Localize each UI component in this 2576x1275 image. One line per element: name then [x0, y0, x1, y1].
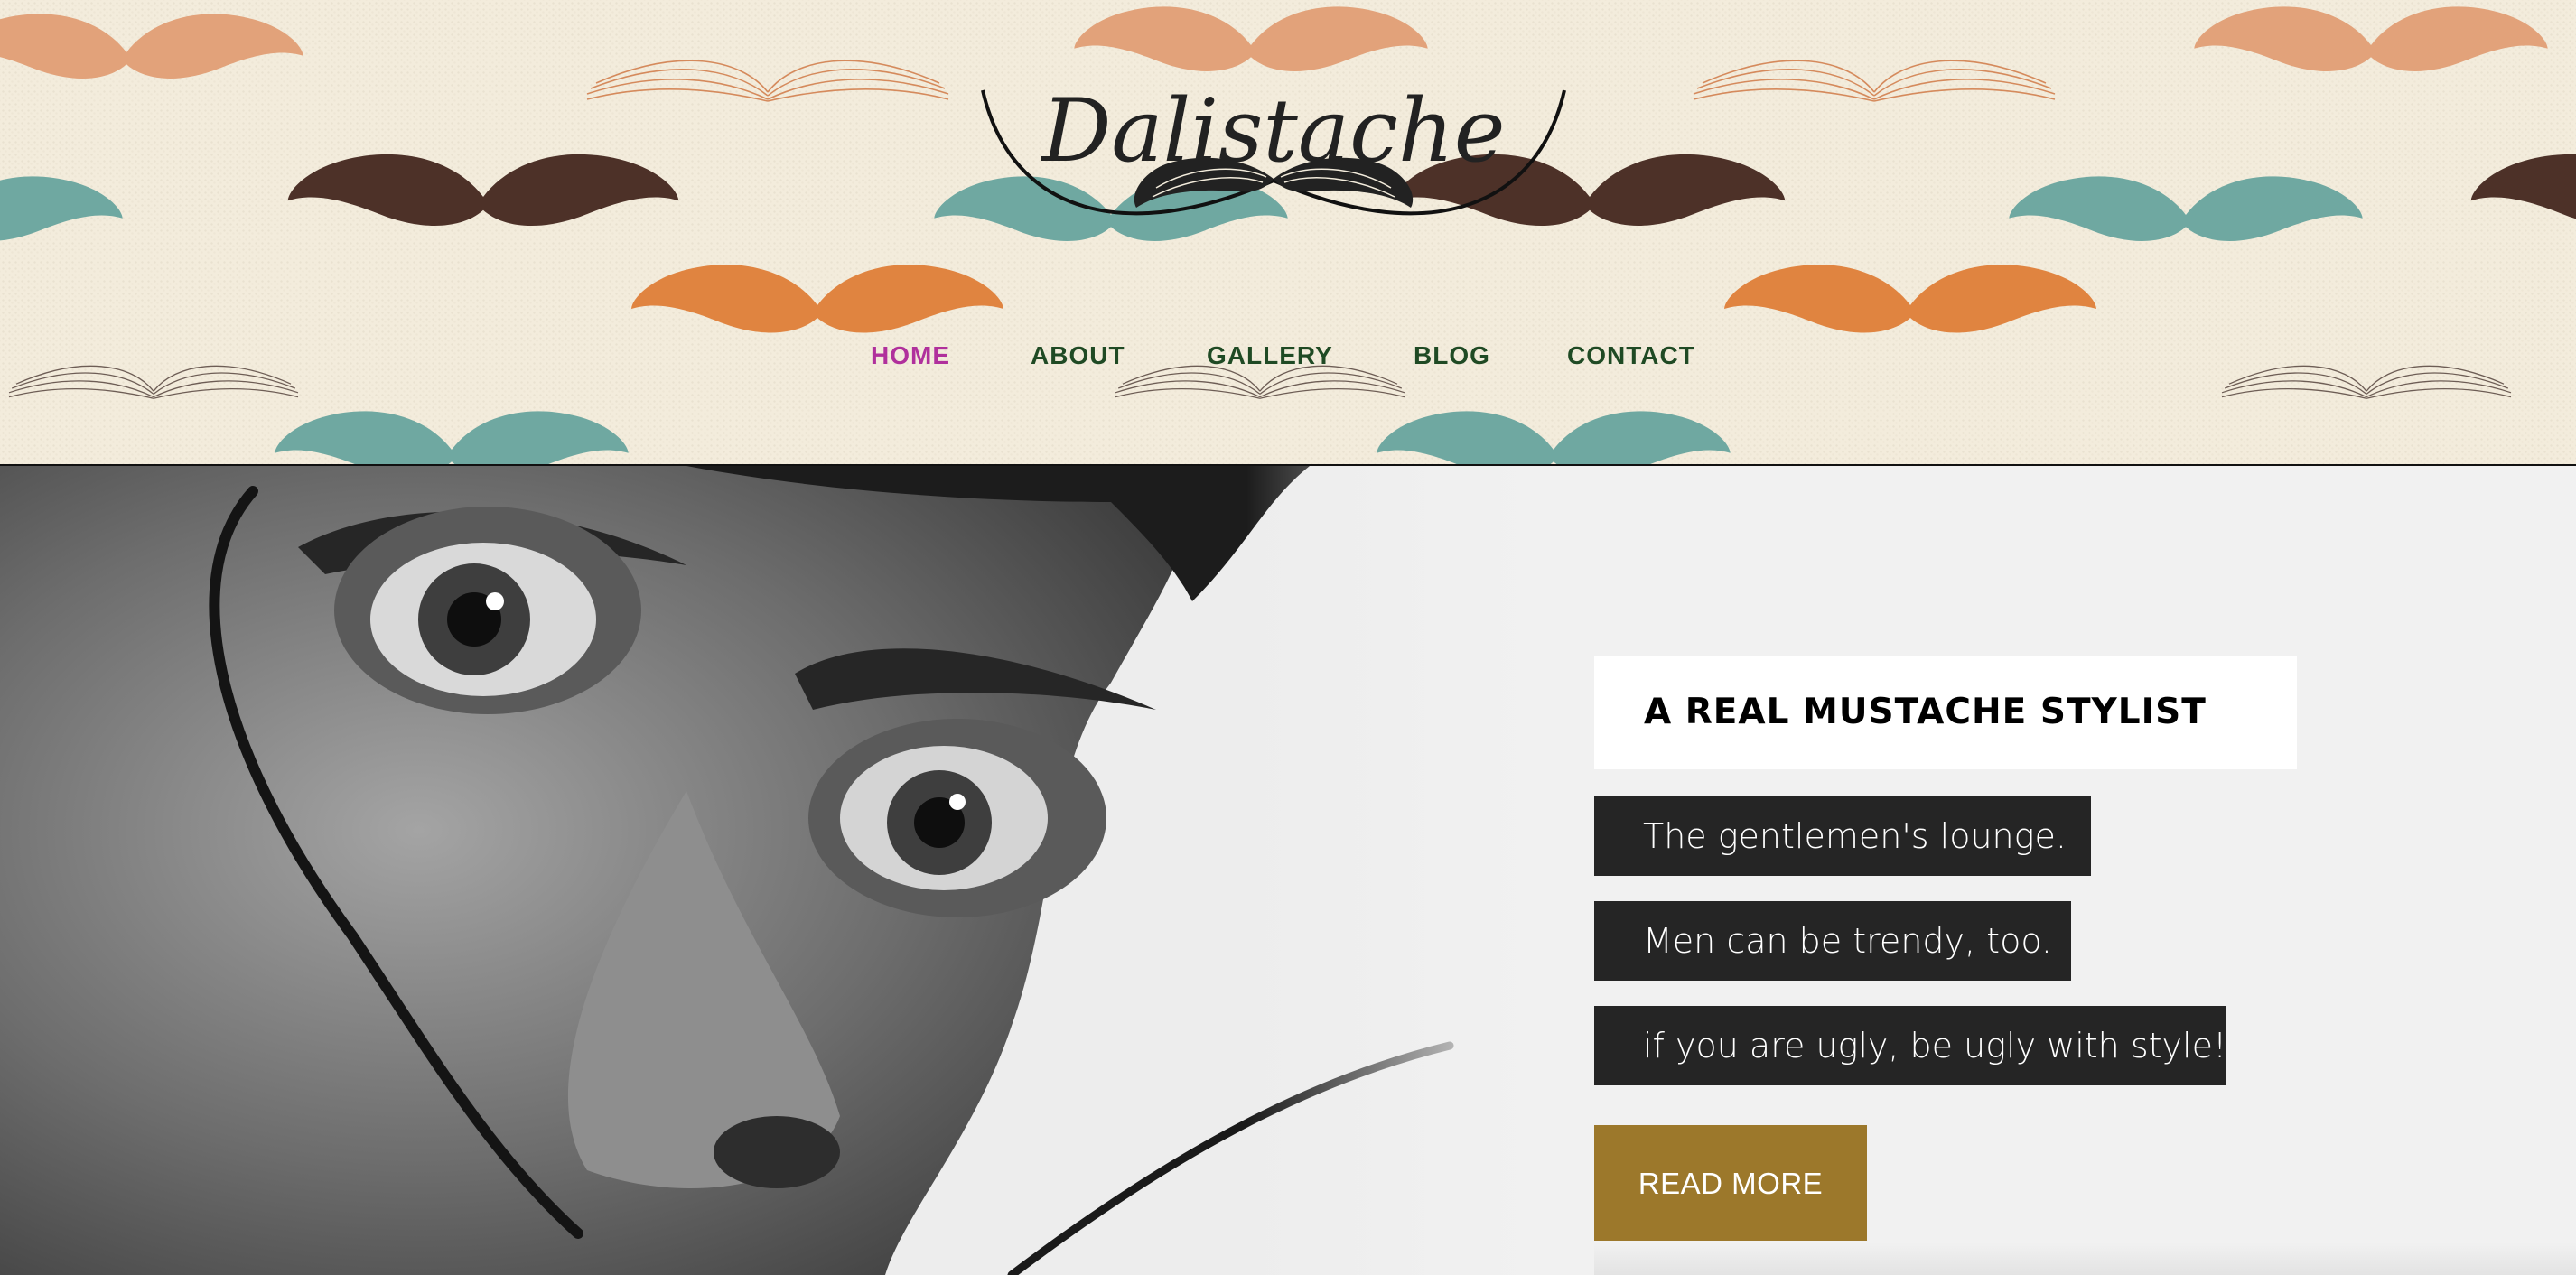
site-header: Dalistache HOME ABOUT GALLERY BLOG CONTA… — [0, 0, 2576, 464]
main-nav: HOME ABOUT GALLERY BLOG CONTACT — [0, 336, 2576, 376]
nav-contact[interactable]: CONTACT — [1567, 336, 1695, 376]
nav-blog[interactable]: BLOG — [1414, 336, 1490, 376]
logo-text: Dalistache — [1041, 80, 1506, 181]
hero-portrait-image — [0, 466, 1535, 1275]
section-shadow — [1594, 1242, 2576, 1275]
headline-box: A REAL MUSTACHE STYLIST — [1594, 656, 2297, 769]
hero-tagline: Men can be trendy, too. — [1594, 901, 2071, 981]
hero-tagline: if you are ugly, be ugly with style! — [1594, 1006, 2226, 1085]
hero-section: A REAL MUSTACHE STYLIST The gentlemen's … — [0, 464, 2576, 1275]
site-logo[interactable]: Dalistache — [975, 72, 1572, 253]
read-more-button[interactable]: READ MORE — [1594, 1125, 1867, 1241]
nav-about[interactable]: ABOUT — [1031, 336, 1125, 376]
hero-headline: A REAL MUSTACHE STYLIST — [1644, 692, 2207, 732]
nav-gallery[interactable]: GALLERY — [1207, 336, 1333, 376]
hero-tagline: The gentlemen's lounge. — [1594, 796, 2091, 876]
nav-home[interactable]: HOME — [871, 336, 950, 376]
